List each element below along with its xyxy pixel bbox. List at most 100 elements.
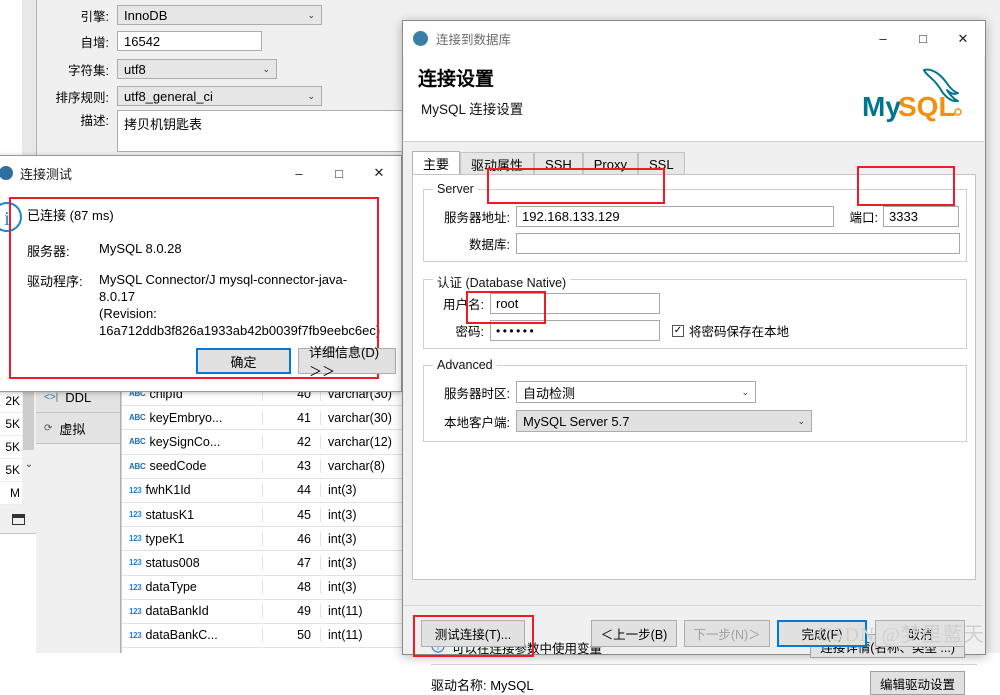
chevron-down-icon: ⌄ xyxy=(797,417,805,426)
table-row[interactable]: 123dataBankId 49 int(11) xyxy=(122,600,407,624)
property-label-collation: 排序规则: xyxy=(37,87,117,106)
columns-grid[interactable]: ABCchipId 40 varchar(30) ABCkeyEmbryo...… xyxy=(121,382,407,653)
database-input[interactable] xyxy=(516,233,960,254)
port-input[interactable]: 3333 xyxy=(883,206,959,227)
engine-value: InnoDB xyxy=(124,8,167,23)
table-row[interactable]: 123statusK1 45 int(3) xyxy=(122,503,407,527)
column-name-cell: 123dataBankId xyxy=(122,604,262,618)
restore-panel-icon[interactable] xyxy=(12,514,25,525)
sidebar-item-virtual[interactable]: ⟳ 虚拟 xyxy=(36,413,120,444)
username-value: root xyxy=(496,296,518,311)
password-value: •••••• xyxy=(496,324,536,338)
column-index-cell: 50 xyxy=(262,628,320,642)
size-cell: 5K xyxy=(0,459,22,482)
edit-driver-settings-button[interactable]: 编辑驱动设置 xyxy=(870,671,965,695)
wizard-header: 连接设置 MySQL 连接设置 My SQL xyxy=(404,56,984,141)
sidebar-item-label: 虚拟 xyxy=(59,419,85,438)
number-type-icon: 123 xyxy=(129,486,141,495)
table-row[interactable]: 123statusK2 51 int(3) xyxy=(122,648,407,653)
number-type-icon: 123 xyxy=(129,558,141,567)
chevron-down-icon: ⌄ xyxy=(307,11,315,20)
ok-button[interactable]: 确定 xyxy=(196,348,291,374)
save-password-checkbox[interactable]: ✓ 将密码保存在本地 xyxy=(672,321,789,340)
collation-combo[interactable]: utf8_general_ci ⌄ xyxy=(117,86,322,106)
table-row[interactable]: 123dataBankC... 50 int(11) xyxy=(122,624,407,648)
text-type-icon: ABC xyxy=(129,462,145,471)
username-input[interactable]: root xyxy=(490,293,660,314)
tab-main[interactable]: 主要 xyxy=(412,151,460,175)
charset-combo[interactable]: utf8 ⌄ xyxy=(117,59,277,79)
close-button[interactable]: ✕ xyxy=(943,24,983,54)
description-input[interactable]: 拷贝机钥匙表 xyxy=(117,110,407,152)
advanced-group: Advanced 服务器时区: 自动检测 ⌄ 本地客户端: MySQL Serv… xyxy=(423,365,967,442)
description-value: 拷贝机钥匙表 xyxy=(124,114,202,133)
maximize-button[interactable]: □ xyxy=(903,24,943,54)
table-row[interactable]: ABCseedCode 43 varchar(8) xyxy=(122,455,407,479)
page-title: 连接设置 xyxy=(418,64,494,91)
column-index-cell: 46 xyxy=(262,532,320,546)
details-button[interactable]: 详细信息(D) ＞＞ xyxy=(298,348,396,374)
watermark-text: CSDN @梦里藍天 xyxy=(818,618,985,647)
property-label-description: 描述: xyxy=(37,110,117,132)
engine-combo[interactable]: InnoDB ⌄ xyxy=(117,5,322,25)
scrollbar-thumb[interactable] xyxy=(23,390,34,450)
size-cell: 5K xyxy=(0,436,22,459)
test-dialog-buttons: 确定 详细信息(D) ＞＞ xyxy=(196,348,396,374)
property-row-charset: 字符集: utf8 ⌄ xyxy=(37,56,407,82)
column-name-cell: ABCseedCode xyxy=(122,459,262,473)
auth-group-legend: 认证 (Database Native) xyxy=(433,272,570,291)
column-datatype-cell: int(11) xyxy=(320,604,407,618)
column-datatype-cell: int(11) xyxy=(320,628,407,642)
back-button[interactable]: ＜上一步(B) xyxy=(591,620,677,647)
timezone-combo[interactable]: 自动检测 ⌄ xyxy=(516,381,756,403)
database-label: 数据库: xyxy=(432,234,510,253)
tab-driver-properties[interactable]: 驱动属性 xyxy=(460,152,534,175)
text-type-icon: ABC xyxy=(129,413,145,422)
local-client-value: MySQL Server 5.7 xyxy=(523,414,629,429)
tab-proxy[interactable]: Proxy xyxy=(583,152,638,175)
size-cell: M xyxy=(0,482,22,505)
section-divider xyxy=(431,664,977,665)
table-row[interactable]: 123dataType 48 int(3) xyxy=(122,576,407,600)
local-client-combo[interactable]: MySQL Server 5.7 ⌄ xyxy=(516,410,812,432)
column-datatype-cell: int(3) xyxy=(320,483,407,497)
size-list-scrollbar[interactable] xyxy=(22,390,36,505)
password-label: 密码: xyxy=(432,321,484,340)
wizard-tabs: 主要 驱动属性 SSH Proxy SSL xyxy=(412,151,685,175)
column-index-cell: 47 xyxy=(262,556,320,570)
table-row[interactable]: 123status008 47 int(3) xyxy=(122,551,407,575)
chevron-down-icon: ⌄ xyxy=(307,92,315,101)
editor-side-tabs: <>| DDL ⟳ 虚拟 xyxy=(36,382,121,653)
timezone-row: 服务器时区: 自动检测 ⌄ xyxy=(432,381,962,403)
wizard-title: 连接到数据库 xyxy=(436,29,511,48)
driver-name-label: 驱动名称: MySQL xyxy=(431,675,534,694)
app-icon xyxy=(413,31,428,46)
table-row[interactable]: 123fwhK1Id 44 int(3) xyxy=(122,479,407,503)
column-datatype-cell: int(3) xyxy=(320,580,407,594)
chevron-down-icon: ⌄ xyxy=(262,65,270,74)
column-index-cell: 48 xyxy=(262,580,320,594)
password-input[interactable]: •••••• xyxy=(490,320,660,341)
column-datatype-cell: int(3) xyxy=(320,508,407,522)
password-row: 密码: •••••• ✓ 将密码保存在本地 xyxy=(432,320,962,341)
footer-divider xyxy=(403,605,983,606)
autoincrement-value: 16542 xyxy=(124,34,160,49)
table-row[interactable]: 123typeK1 46 int(3) xyxy=(122,527,407,551)
scroll-down-chevron-icon[interactable]: ⌄ xyxy=(22,455,36,473)
minimize-button[interactable]: – xyxy=(279,158,319,188)
size-cell: 2K xyxy=(0,390,22,413)
minimize-button[interactable]: – xyxy=(863,24,903,54)
property-row-autoincrement: 自增: 16542 xyxy=(37,28,407,54)
dialog-title: 连接测试 xyxy=(20,164,72,183)
tab-ssl[interactable]: SSL xyxy=(638,152,685,175)
table-row[interactable]: ABCkeyEmbryo... 41 varchar(30) xyxy=(122,406,407,430)
host-input[interactable]: 192.168.133.129 xyxy=(516,206,834,227)
column-name-cell: ABCkeyEmbryo... xyxy=(122,411,262,425)
tab-ssh[interactable]: SSH xyxy=(534,152,583,175)
column-datatype-cell: int(3) xyxy=(320,556,407,570)
table-row[interactable]: ABCkeySignCo... 42 varchar(12) xyxy=(122,430,407,454)
close-button[interactable]: ✕ xyxy=(359,158,399,188)
local-client-row: 本地客户端: MySQL Server 5.7 ⌄ xyxy=(432,410,962,432)
autoincrement-input[interactable]: 16542 xyxy=(117,31,262,51)
maximize-button[interactable]: □ xyxy=(319,158,359,188)
